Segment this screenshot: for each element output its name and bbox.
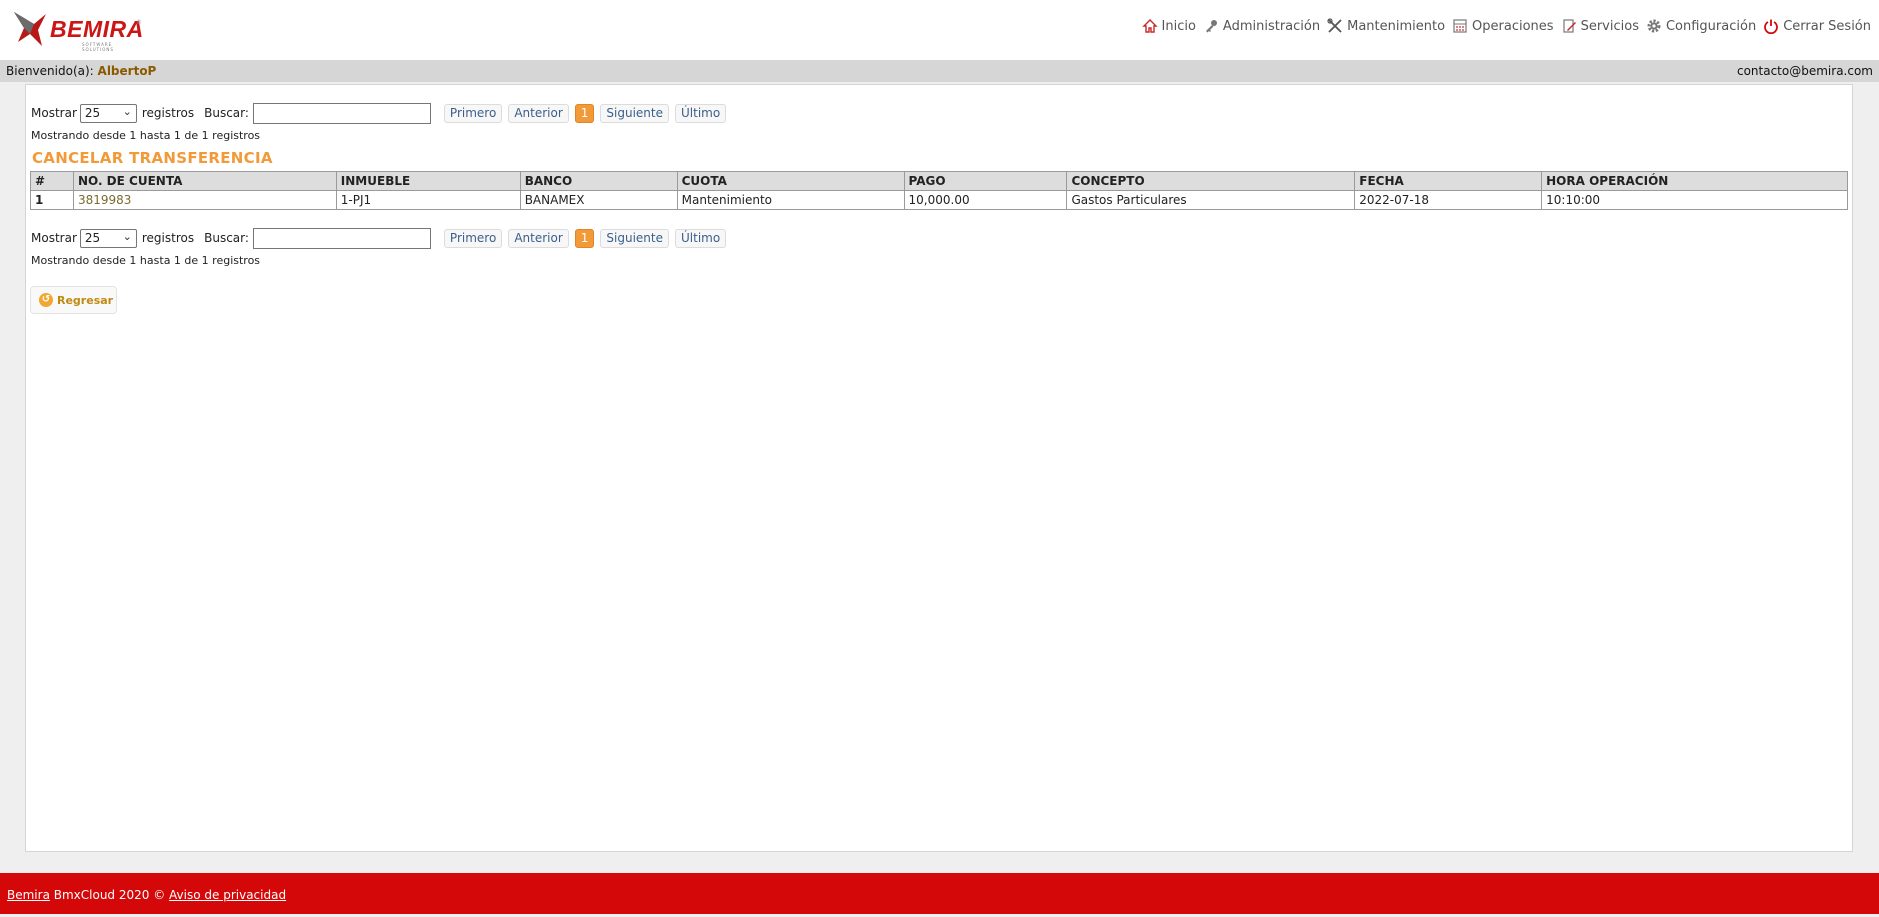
header: BEMIRA SOFTWARE SOLUTIONS ® Inicio Admin… [0, 0, 1879, 60]
tools-icon [1327, 18, 1342, 33]
back-button[interactable]: ↺ Regresar [30, 286, 117, 314]
main-panel: Mostrar 25 ⌄ registros Buscar: Primero A… [25, 84, 1853, 852]
page-size-value: 25 [84, 230, 101, 245]
nav-inicio-label: Inicio [1161, 18, 1196, 34]
nav-operaciones[interactable]: Operaciones [1452, 18, 1554, 34]
records-label: registros [141, 231, 195, 245]
contact-email: contacto@bemira.com [1736, 64, 1873, 78]
nav-servicios[interactable]: Servicios [1561, 18, 1639, 34]
nav-cerrar-sesion[interactable]: Cerrar Sesión [1763, 18, 1871, 34]
nav-mantenimiento[interactable]: Mantenimiento [1327, 18, 1445, 34]
footer: Bemira BmxCloud 2020 © Aviso de privacid… [0, 873, 1879, 914]
chevron-down-icon: ⌄ [122, 104, 132, 118]
power-icon [1764, 19, 1779, 34]
main-nav: Inicio Administración Mantenimiento Oper… [1141, 18, 1871, 34]
cell-hora-operacion: 10:10:00 [1541, 190, 1848, 210]
welcome-username: AlbertoP [97, 64, 157, 78]
key-icon [1205, 20, 1217, 33]
pagination-bottom: Primero Anterior 1 Siguiente Último [443, 228, 727, 248]
column-header[interactable]: # [30, 171, 74, 191]
welcome-label: Bienvenido(a): [6, 64, 94, 78]
search-input[interactable] [252, 102, 431, 124]
show-label: Mostrar [31, 231, 77, 245]
logo-tagline: SOFTWARE SOLUTIONS [82, 42, 114, 52]
logo-registered: ® [136, 19, 142, 26]
footer-copyright: BmxCloud 2020 © [49, 888, 170, 902]
page-title: CANCELAR TRANSFERENCIA [32, 149, 273, 167]
footer-brand-link[interactable]: Bemira [7, 888, 50, 902]
cell-banco: BANAMEX [519, 190, 678, 210]
pager-first-button[interactable]: Primero [443, 228, 503, 248]
logo-wordmark: BEMIRA [50, 16, 144, 42]
pager-prev-button[interactable]: Anterior [508, 228, 569, 248]
nav-configuracion-label: Configuración [1665, 18, 1757, 34]
records-info-bottom: Mostrando desde 1 hasta 1 de 1 registros [31, 254, 261, 267]
privacy-notice-link[interactable]: Aviso de privacidad [169, 888, 286, 902]
column-header[interactable]: CONCEPTO [1066, 171, 1356, 191]
show-label: Mostrar [31, 106, 77, 120]
cell-cuota: Mantenimiento [676, 190, 905, 210]
document-pencil-icon [1562, 19, 1576, 33]
transfers-table: # NO. DE CUENTA INMUEBLE BANCO CUOTA PAG… [30, 171, 1848, 210]
records-label: registros [141, 106, 195, 120]
pager-next-button[interactable]: Siguiente [600, 103, 669, 123]
nav-mantenimiento-label: Mantenimiento [1347, 18, 1446, 34]
back-button-label: Regresar [57, 293, 114, 307]
pagination-top: Primero Anterior 1 Siguiente Último [443, 103, 727, 123]
pager-prev-button[interactable]: Anterior [508, 103, 569, 123]
pager-last-button[interactable]: Último [675, 103, 727, 123]
nav-administracion[interactable]: Administración [1203, 18, 1320, 34]
column-header[interactable]: PAGO [903, 171, 1068, 191]
pager-next-button[interactable]: Siguiente [600, 228, 669, 248]
pager-last-button[interactable]: Último [675, 228, 727, 248]
column-header[interactable]: INMUEBLE [335, 171, 521, 191]
star-logo-icon [14, 12, 46, 46]
records-info-top: Mostrando desde 1 hasta 1 de 1 registros [31, 129, 261, 142]
nav-cerrar-sesion-label: Cerrar Sesión [1783, 18, 1871, 34]
cell-pago: 10,000.00 [903, 190, 1068, 210]
cell-concepto: Gastos Particulares [1066, 190, 1356, 210]
table-row: 1 3819983 1-PJ1 BANAMEX Mantenimiento 10… [30, 190, 1848, 210]
chevron-down-icon: ⌄ [122, 229, 132, 243]
bemira-logo[interactable]: BEMIRA SOFTWARE SOLUTIONS ® [12, 8, 144, 52]
column-header[interactable]: NO. DE CUENTA [72, 171, 337, 191]
home-icon [1141, 19, 1158, 33]
welcome-bar: Bienvenido(a): AlbertoP contacto@bemira.… [0, 60, 1879, 82]
nav-configuracion[interactable]: Configuración [1646, 18, 1756, 34]
pager-page-button[interactable]: 1 [574, 228, 595, 248]
pager-page-button[interactable]: 1 [574, 103, 595, 123]
gear-icon [1647, 19, 1661, 33]
row-number: 1 [30, 190, 74, 210]
account-number-link[interactable]: 3819983 [72, 190, 337, 210]
back-arrow-icon: ↺ [39, 293, 53, 307]
page-size-select[interactable]: 25 ⌄ [79, 103, 137, 123]
cell-fecha: 2022-07-18 [1354, 190, 1543, 210]
search-label: Buscar: [204, 231, 249, 245]
search-label: Buscar: [204, 106, 249, 120]
page-size-select[interactable]: 25 ⌄ [79, 228, 137, 248]
column-header[interactable]: BANCO [519, 171, 678, 191]
nav-administracion-label: Administración [1222, 18, 1321, 34]
calculator-icon [1453, 19, 1467, 33]
nav-operaciones-label: Operaciones [1472, 18, 1554, 34]
pager-first-button[interactable]: Primero [443, 103, 503, 123]
column-header[interactable]: HORA OPERACIÓN [1541, 171, 1848, 191]
column-header[interactable]: CUOTA [676, 171, 905, 191]
table-controls-bottom: Mostrar 25 ⌄ registros Buscar: Primero A… [31, 227, 727, 249]
page-size-value: 25 [84, 105, 101, 120]
footer-text: Bemira BmxCloud 2020 © Aviso de privacid… [7, 888, 286, 902]
cell-inmueble: 1-PJ1 [335, 190, 521, 210]
column-header[interactable]: FECHA [1354, 171, 1543, 191]
table-controls-top: Mostrar 25 ⌄ registros Buscar: Primero A… [31, 102, 727, 124]
welcome-message: Bienvenido(a): AlbertoP [6, 64, 156, 78]
table-header-row: # NO. DE CUENTA INMUEBLE BANCO CUOTA PAG… [30, 171, 1848, 191]
nav-servicios-label: Servicios [1580, 18, 1639, 34]
search-input[interactable] [252, 227, 431, 249]
nav-inicio[interactable]: Inicio [1141, 18, 1196, 34]
